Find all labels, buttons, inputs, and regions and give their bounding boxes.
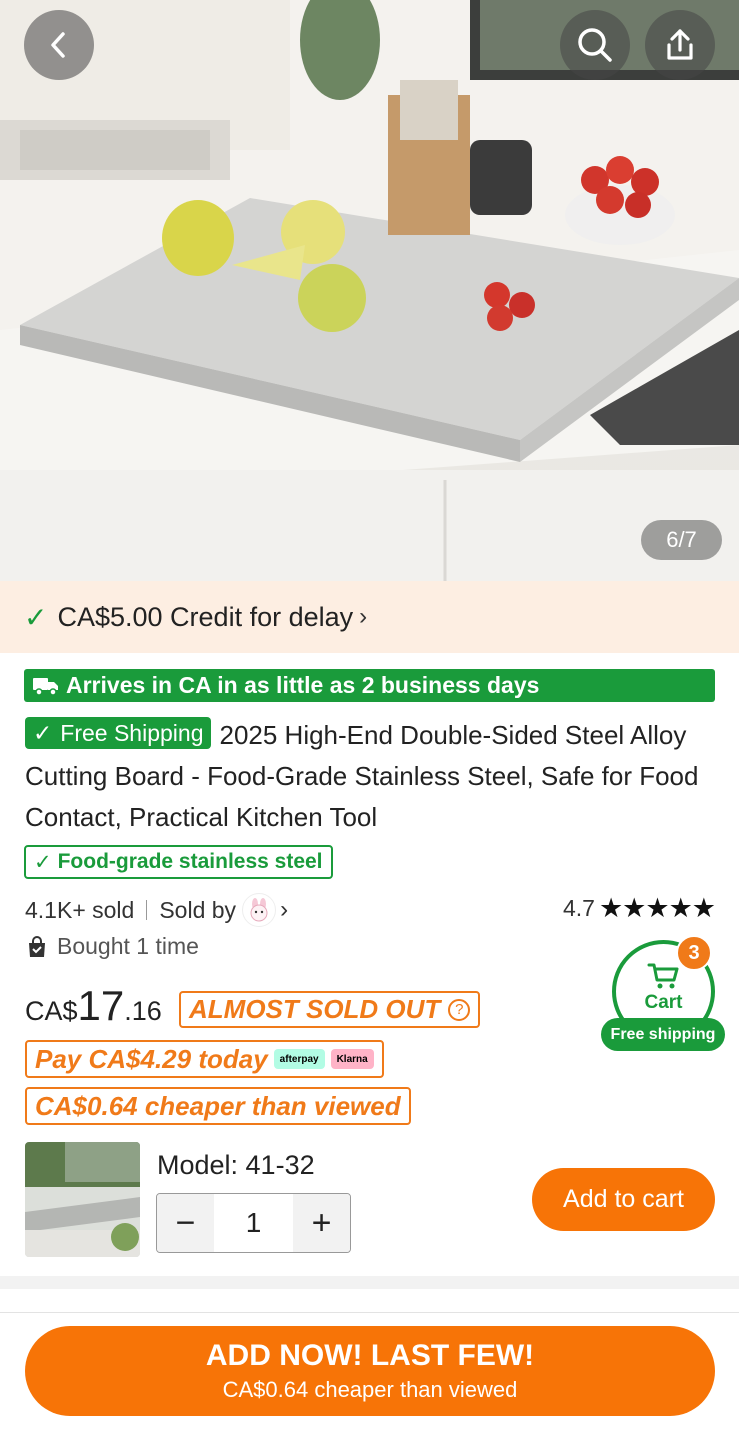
credit-text: CA$5.00 Credit for delay	[57, 601, 354, 632]
cart-icon	[647, 963, 678, 989]
search-icon	[578, 28, 612, 62]
price-decimal: .16	[124, 996, 162, 1026]
product-thumbnail-image	[25, 1142, 140, 1257]
free-shipping-label: Free Shipping	[60, 720, 204, 746]
price-currency: CA$	[25, 996, 78, 1026]
increase-quantity-button[interactable]: +	[293, 1194, 350, 1252]
check-icon: ✓	[34, 850, 52, 874]
food-grade-tag: ✓ Food-grade stainless steel	[24, 845, 333, 879]
product-title-block: ✓ Free Shipping 2025 High-End Double-Sided…	[25, 715, 715, 838]
price: CA$ 17 .16	[25, 982, 162, 1030]
quantity-value[interactable]: 1	[214, 1194, 293, 1252]
food-grade-label: Food-grade stainless steel	[57, 850, 323, 873]
rating-block[interactable]: 4.7 ★★★★★	[562, 893, 716, 924]
free-shipping-badge: ✓ Free Shipping	[25, 717, 212, 749]
model-thumbnail[interactable]	[25, 1142, 140, 1257]
shopping-bag-icon	[25, 935, 49, 959]
arrival-banner: Arrives in CA in as little as 2 business…	[24, 669, 715, 702]
arrival-text: Arrives in CA in as little as 2 business…	[66, 672, 540, 698]
truck-icon	[32, 675, 60, 697]
divider	[146, 900, 148, 920]
bought-count: Bought 1 time	[25, 933, 199, 960]
bought-text: Bought 1 time	[57, 933, 199, 959]
image-counter: 6/7	[641, 520, 722, 560]
model-label: Model: 41-32	[157, 1150, 315, 1180]
share-icon	[667, 29, 693, 60]
price-whole: 17	[77, 982, 125, 1029]
add-now-sublabel: CA$0.64 cheaper than viewed	[222, 1377, 518, 1402]
sold-by-label: Sold by	[159, 896, 237, 923]
credit-for-delay-banner[interactable]: ✓ CA$5.00 Credit for delay ›	[0, 581, 739, 653]
cart-label: Cart	[644, 992, 683, 1013]
quantity-stepper: − 1 +	[156, 1193, 351, 1253]
cheaper-badge: CA$0.64 cheaper than viewed	[25, 1087, 411, 1125]
product-photo	[0, 0, 739, 581]
check-icon: ✓	[24, 601, 48, 633]
check-icon: ✓	[33, 720, 53, 746]
bunny-logo-icon	[250, 898, 268, 922]
add-now-label: ADD NOW! LAST FEW!	[205, 1339, 535, 1372]
help-icon: ?	[448, 998, 471, 1021]
sales-info: 4.1K+ sold Sold by ›	[25, 893, 288, 927]
share-button[interactable]	[645, 10, 715, 80]
search-button[interactable]	[560, 10, 630, 80]
decrease-quantity-button[interactable]: −	[157, 1194, 214, 1252]
divider	[0, 1312, 739, 1313]
sold-by-link[interactable]: Sold by ›	[159, 893, 288, 927]
chevron-right-icon: ›	[359, 603, 368, 630]
cart-free-shipping: Free shipping	[601, 1018, 725, 1051]
almost-sold-out-label: ALMOST SOLD OUT	[189, 994, 441, 1024]
almost-sold-out-badge[interactable]: ALMOST SOLD OUT ?	[179, 991, 481, 1028]
add-to-cart-button[interactable]: Add to cart	[532, 1168, 715, 1231]
product-image-carousel[interactable]: 6/7	[0, 0, 739, 581]
seller-avatar	[242, 893, 277, 927]
cart-count-badge: 3	[676, 935, 712, 971]
pay-today-label: Pay CA$4.29 today	[35, 1043, 268, 1074]
cheaper-label: CA$0.64 cheaper than viewed	[35, 1090, 401, 1121]
chevron-left-icon	[51, 32, 65, 58]
afterpay-logo: afterpay	[273, 1049, 325, 1069]
back-button[interactable]	[24, 10, 94, 80]
section-gap	[0, 1276, 739, 1289]
chevron-right-icon: ›	[280, 896, 289, 923]
klarna-logo: Klarna	[330, 1049, 374, 1069]
add-now-button[interactable]: ADD NOW! LAST FEW! CA$0.64 cheaper than …	[25, 1326, 715, 1416]
rating-value: 4.7	[562, 895, 595, 921]
pay-today-badge[interactable]: Pay CA$4.29 today afterpay Klarna	[25, 1040, 384, 1078]
star-rating-icon: ★★★★★	[598, 893, 716, 923]
sold-count: 4.1K+ sold	[25, 896, 135, 923]
